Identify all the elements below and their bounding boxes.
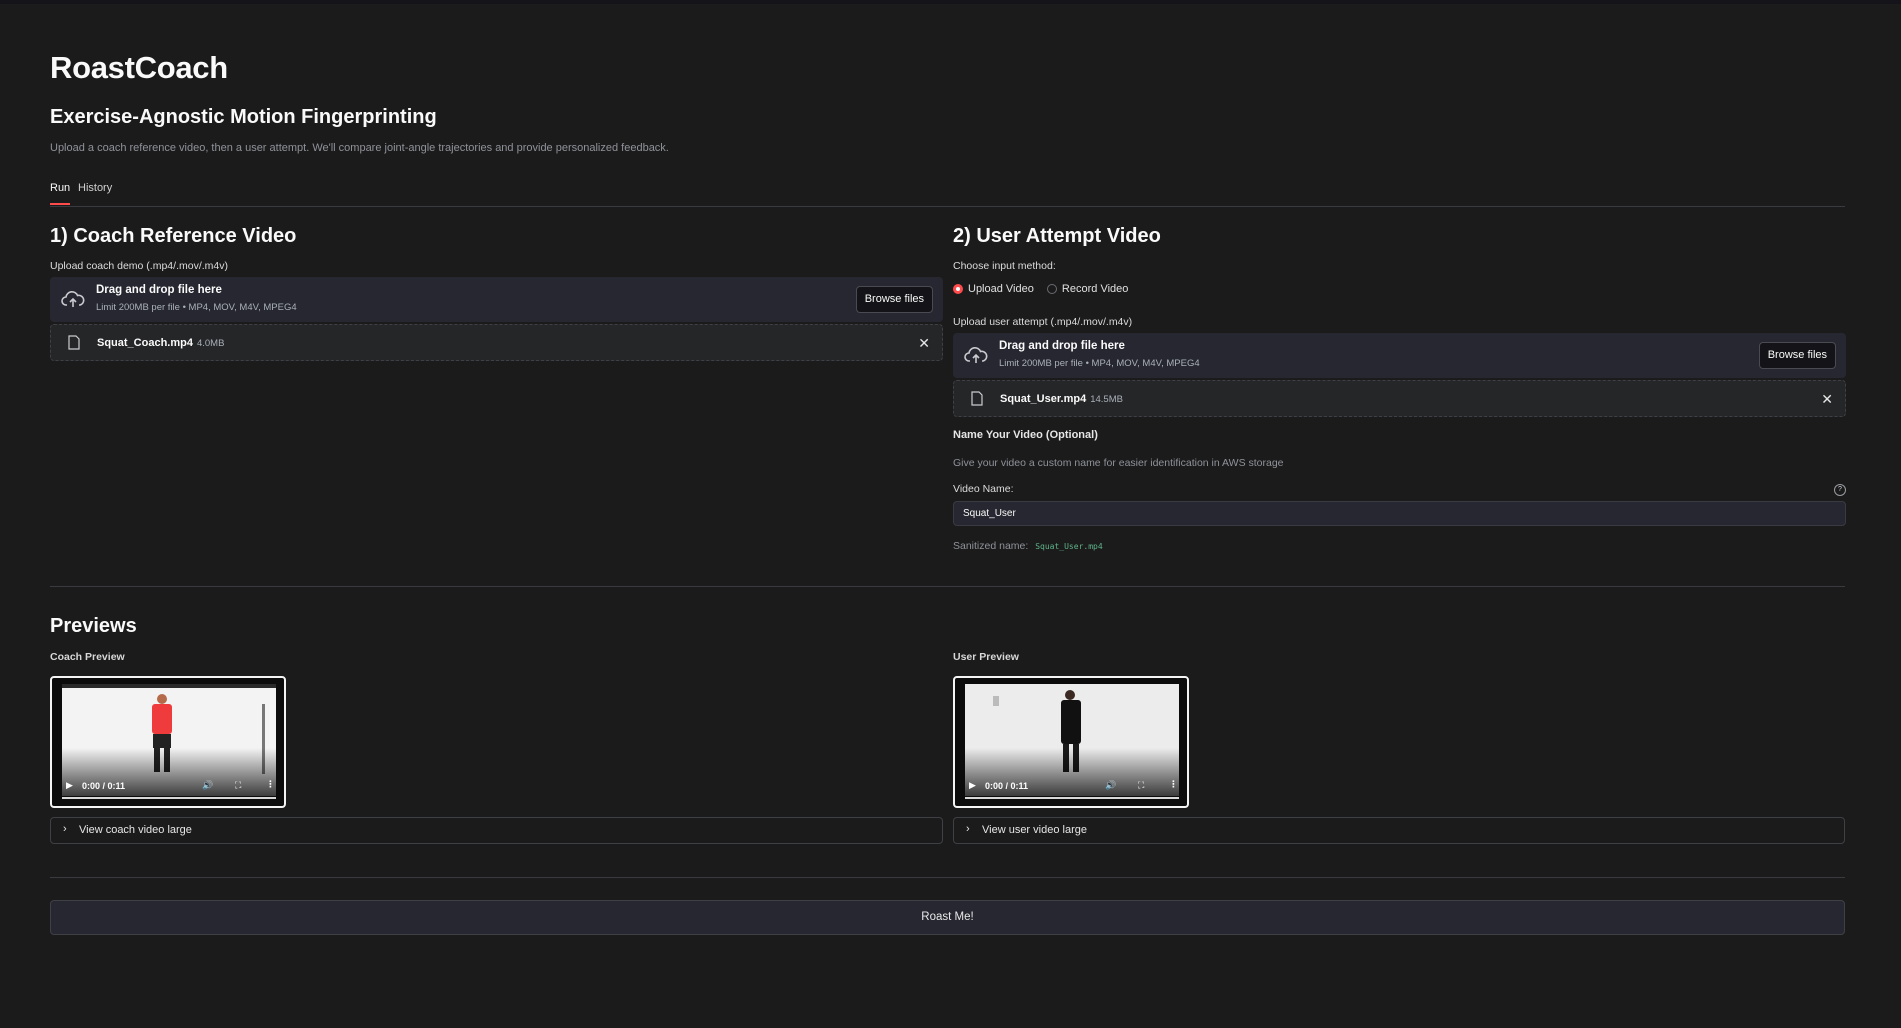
user-dropzone-limit: Limit 200MB per file • MP4, MOV, M4V, MP…: [999, 358, 1200, 369]
coach-preview-label: Coach Preview: [50, 651, 125, 663]
coach-upload-label: Upload coach demo (.mp4/.mov/.m4v): [50, 260, 228, 272]
video-name-label: Video Name:: [953, 483, 1014, 495]
user-file-name: Squat_User.mp4 14.5MB: [1000, 393, 1123, 405]
roast-me-button[interactable]: Roast Me!: [50, 900, 1845, 935]
user-preview-label: User Preview: [953, 651, 1019, 663]
tab-history[interactable]: History: [78, 182, 112, 194]
user-video-progress[interactable]: [965, 797, 1179, 799]
user-file-row: Squat_User.mp4 14.5MB ✕: [953, 380, 1846, 417]
top-decoration-bar: [0, 0, 1901, 4]
user-file-size: 14.5MB: [1090, 394, 1123, 405]
input-method-label: Choose input method:: [953, 260, 1056, 272]
coach-dropzone-limit: Limit 200MB per file • MP4, MOV, M4V, MP…: [96, 302, 297, 313]
chevron-right-icon: ›: [966, 823, 970, 835]
sanitized-name-label: Sanitized name:: [953, 540, 1029, 552]
coach-browse-button[interactable]: Browse files: [855, 286, 933, 313]
radio-record-video[interactable]: Record Video: [1046, 283, 1128, 295]
user-expander-label: View user video large: [982, 824, 1087, 836]
coach-video-expander[interactable]: › View coach video large: [50, 817, 943, 844]
user-browse-button[interactable]: Browse files: [1758, 342, 1836, 369]
name-section-help: Give your video a custom name for easier…: [953, 457, 1284, 469]
coach-dropzone-title: Drag and drop file here: [96, 284, 222, 296]
fullscreen-icon[interactable]: ⛶: [235, 780, 241, 791]
coach-file-name: Squat_Coach.mp4 4.0MB: [97, 337, 225, 349]
play-icon[interactable]: ▶: [969, 780, 976, 791]
file-icon: [971, 391, 983, 406]
chevron-right-icon: ›: [63, 823, 67, 835]
divider: [50, 877, 1845, 878]
name-section-title: Name Your Video (Optional): [953, 429, 1098, 441]
tab-bar: Run History: [50, 182, 1845, 207]
user-video-expander[interactable]: › View user video large: [953, 817, 1845, 844]
coach-video-controls: ▶ 0:00 / 0:11 🔊 ⛶ ⋮: [62, 778, 276, 798]
tab-run[interactable]: Run: [50, 182, 71, 205]
coach-video-time: 0:00 / 0:11: [82, 781, 126, 791]
coach-file-size: 4.0MB: [196, 338, 225, 349]
user-upload-label: Upload user attempt (.mp4/.mov/.m4v): [953, 316, 1133, 328]
radio-upload-video[interactable]: Upload Video: [953, 283, 1034, 295]
user-dropzone[interactable]: Drag and drop file here Limit 200MB per …: [953, 333, 1846, 378]
coach-expander-label: View coach video large: [79, 824, 192, 836]
user-video-controls: ▶ 0:00 / 0:11 🔊 ⛶ ⋮: [965, 778, 1179, 798]
sanitized-name-value: Squat_User.mp4: [1035, 542, 1103, 551]
coach-video-progress[interactable]: [62, 797, 276, 799]
fullscreen-icon[interactable]: ⛶: [1138, 780, 1144, 791]
user-heading: 2) User Attempt Video: [953, 225, 1161, 247]
divider: [50, 586, 1845, 587]
user-video-time: 0:00 / 0:11: [985, 781, 1029, 791]
app-subtitle: Exercise-Agnostic Motion Fingerprinting: [50, 106, 437, 128]
app-title: RoastCoach: [50, 50, 228, 85]
close-icon[interactable]: ✕: [918, 335, 930, 352]
previews-heading: Previews: [50, 615, 137, 637]
coach-dropzone[interactable]: Drag and drop file here Limit 200MB per …: [50, 277, 943, 322]
input-method-radio-group: Upload Video Record Video: [953, 283, 1128, 295]
more-icon[interactable]: ⋮: [266, 779, 275, 790]
cloud-upload-icon: [61, 291, 85, 307]
help-icon[interactable]: ?: [1834, 484, 1846, 496]
more-icon[interactable]: ⋮: [1169, 779, 1178, 790]
cloud-upload-icon: [964, 347, 988, 363]
coach-video-player[interactable]: ▶ 0:00 / 0:11 🔊 ⛶ ⋮: [50, 676, 286, 808]
coach-file-row: Squat_Coach.mp4 4.0MB ✕: [50, 324, 943, 361]
file-icon: [68, 335, 80, 350]
video-name-input[interactable]: [953, 501, 1846, 526]
close-icon[interactable]: ✕: [1821, 391, 1833, 408]
play-icon[interactable]: ▶: [66, 780, 73, 791]
volume-icon[interactable]: 🔊: [1105, 780, 1116, 791]
user-dropzone-title: Drag and drop file here: [999, 340, 1125, 352]
user-video-player[interactable]: ▶ 0:00 / 0:11 🔊 ⛶ ⋮: [953, 676, 1189, 808]
sanitized-name-row: Sanitized name: Squat_User.mp4: [953, 540, 1103, 552]
coach-heading: 1) Coach Reference Video: [50, 225, 297, 247]
app-description: Upload a coach reference video, then a u…: [50, 142, 669, 154]
volume-icon[interactable]: 🔊: [202, 780, 213, 791]
